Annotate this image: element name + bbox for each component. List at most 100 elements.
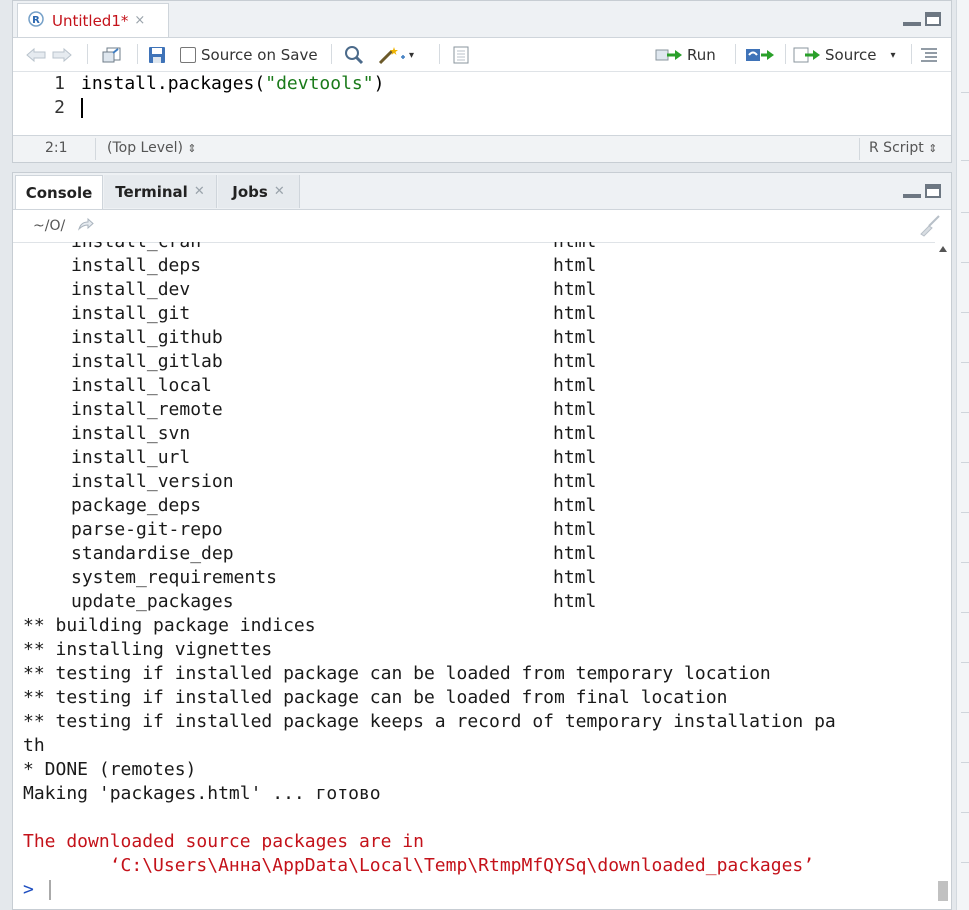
console-output-line: ** testing if installed package can be l… bbox=[23, 687, 728, 708]
help-entry-name: install_url bbox=[71, 447, 191, 468]
help-entry-type: html bbox=[553, 375, 597, 396]
source-on-save-label: Source on Save bbox=[201, 46, 318, 64]
help-entry-type: html bbox=[553, 399, 597, 420]
console-cursor bbox=[49, 880, 51, 900]
console-message-line: The downloaded source packages are in bbox=[23, 831, 424, 852]
help-entry-name: install_local bbox=[71, 375, 212, 396]
scroll-up-icon[interactable] bbox=[939, 246, 947, 252]
help-entry-name: install_version bbox=[71, 471, 234, 492]
source-button[interactable]: Source ▾ bbox=[793, 44, 896, 66]
help-entry-name: install_github bbox=[71, 327, 223, 348]
help-entry-name: install_remote bbox=[71, 399, 223, 420]
editor-window-controls bbox=[903, 12, 941, 26]
help-entry-type: html bbox=[553, 423, 597, 444]
close-tab-icon[interactable]: × bbox=[134, 13, 145, 28]
right-pane-edge bbox=[956, 0, 969, 910]
help-entry-type: html bbox=[553, 591, 597, 612]
console-output-line: Making 'packages.html' ... готово bbox=[23, 783, 381, 804]
help-entry-name: update_packages bbox=[71, 591, 234, 612]
minimize-icon[interactable] bbox=[903, 194, 921, 198]
help-entry-name: standardise_dep bbox=[71, 543, 234, 564]
line-number: 2 bbox=[54, 97, 65, 118]
search-icon[interactable] bbox=[343, 44, 365, 66]
console-line: html bbox=[553, 242, 596, 254]
help-entry-type: html bbox=[553, 447, 597, 468]
run-button[interactable]: Run bbox=[655, 44, 716, 66]
outline-icon[interactable] bbox=[919, 44, 939, 66]
rerun-button[interactable] bbox=[745, 44, 777, 66]
console-pane: Console Terminal ✕ Jobs ✕ ~/O/ install_c… bbox=[12, 172, 952, 910]
console-output-line: ** testing if installed package keeps a … bbox=[23, 711, 836, 732]
editor-status-bar: 2:1 (Top Level) ⇕ R Script ⇕ bbox=[13, 135, 951, 162]
tab-terminal-label: Terminal bbox=[115, 182, 188, 201]
help-entry-type: html bbox=[553, 255, 597, 276]
console-prompt[interactable]: > bbox=[23, 878, 34, 902]
help-entry-type: html bbox=[553, 327, 597, 348]
console-window-controls bbox=[903, 184, 941, 198]
cursor-position: 2:1 bbox=[45, 140, 68, 156]
help-entry-name: install_gitlab bbox=[71, 351, 223, 372]
help-entry-type: html bbox=[553, 543, 597, 564]
console-line: install_cran bbox=[71, 242, 201, 254]
help-entry-type: html bbox=[553, 567, 597, 588]
maximize-icon[interactable] bbox=[925, 184, 941, 198]
tab-console-label: Console bbox=[25, 183, 93, 202]
editor-tab-bar: R Untitled1* × bbox=[13, 1, 951, 38]
help-entry-name: install_deps bbox=[71, 255, 202, 276]
run-arrow-icon bbox=[655, 49, 682, 61]
help-entry-type: html bbox=[553, 279, 597, 300]
source-label: Source bbox=[825, 46, 877, 64]
help-entry-type: html bbox=[553, 303, 597, 324]
string-literal: "devtools" bbox=[265, 73, 374, 94]
show-in-window-icon[interactable] bbox=[101, 44, 123, 66]
file-type-selector[interactable]: R Script ⇕ bbox=[869, 140, 937, 156]
run-label: Run bbox=[687, 46, 716, 64]
editor-toolbar: Source on Save ▾ Run Source ▾ bbox=[13, 38, 951, 72]
forward-arrow-icon[interactable] bbox=[51, 44, 73, 66]
tab-console[interactable]: Console bbox=[15, 175, 103, 209]
console-scrollbar[interactable] bbox=[935, 242, 951, 909]
notebook-icon[interactable] bbox=[451, 44, 471, 66]
help-entry-name: parse-git-repo bbox=[71, 519, 223, 540]
r-file-icon: R bbox=[28, 10, 44, 31]
help-entry-type: html bbox=[553, 495, 597, 516]
help-entry-name: system_requirements bbox=[71, 567, 277, 588]
tab-jobs-label: Jobs bbox=[232, 182, 268, 201]
close-tab-icon[interactable]: ✕ bbox=[194, 184, 205, 199]
code-line[interactable]: install.packages("devtools") bbox=[81, 72, 384, 96]
maximize-icon[interactable] bbox=[925, 12, 941, 26]
help-entry-name: package_deps bbox=[71, 495, 202, 516]
scope-selector[interactable]: (Top Level) ⇕ bbox=[107, 140, 197, 156]
save-icon[interactable] bbox=[147, 44, 167, 66]
console-message-line: ‘C:\Users\Анна\AppData\Local\Temp\RtmpMf… bbox=[23, 855, 815, 876]
line-number: 1 bbox=[54, 73, 65, 94]
tab-jobs[interactable]: Jobs ✕ bbox=[218, 175, 300, 208]
source-icon bbox=[793, 47, 820, 63]
help-entry-type: html bbox=[553, 519, 597, 540]
go-to-directory-icon[interactable] bbox=[77, 216, 95, 236]
help-entry-type: html bbox=[553, 351, 597, 372]
console-path-bar: ~/O/ bbox=[13, 210, 951, 243]
broom-icon[interactable] bbox=[917, 214, 941, 242]
source-dropdown-icon[interactable]: ▾ bbox=[891, 50, 896, 61]
close-tab-icon[interactable]: ✕ bbox=[274, 184, 285, 199]
svg-text:R: R bbox=[32, 15, 40, 26]
console-output-line: th bbox=[23, 735, 45, 756]
text-cursor bbox=[81, 98, 83, 118]
console-output[interactable]: install_cran html install_depshtmlinstal… bbox=[13, 242, 935, 909]
back-arrow-icon[interactable] bbox=[25, 44, 47, 66]
magic-wand-icon[interactable]: ▾ bbox=[377, 44, 414, 66]
console-tab-bar: Console Terminal ✕ Jobs ✕ bbox=[13, 173, 951, 210]
help-entry-name: install_dev bbox=[71, 279, 191, 300]
code-editor[interactable]: 1 install.packages("devtools") 2 bbox=[13, 72, 951, 140]
source-editor-pane: R Untitled1* × Source on Save ▾ Run Sour… bbox=[12, 0, 952, 163]
source-on-save-toggle[interactable]: Source on Save bbox=[180, 44, 318, 66]
source-on-save-checkbox[interactable] bbox=[180, 47, 196, 63]
minimize-icon[interactable] bbox=[903, 22, 921, 26]
code-line[interactable] bbox=[81, 96, 481, 120]
tab-terminal[interactable]: Terminal ✕ bbox=[104, 175, 217, 208]
editor-tab-untitled1[interactable]: R Untitled1* × bbox=[17, 3, 169, 37]
scroll-thumb[interactable] bbox=[938, 881, 948, 901]
console-output-line: * DONE (remotes) bbox=[23, 759, 197, 780]
working-directory[interactable]: ~/O/ bbox=[33, 218, 65, 234]
